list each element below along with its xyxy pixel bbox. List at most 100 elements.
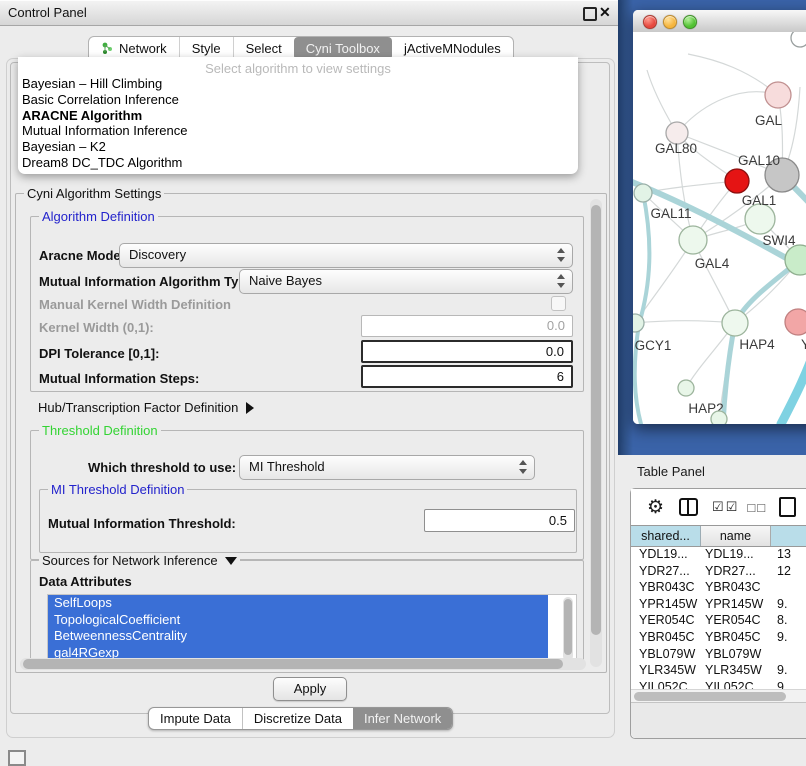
table-cell: YDL19...	[631, 547, 705, 564]
dropdown-item[interactable]: Bayesian – K2	[18, 139, 578, 155]
table-row[interactable]: YER054C YER054C 8.	[631, 613, 806, 630]
network-node[interactable]	[678, 380, 694, 396]
document-icon[interactable]	[779, 497, 796, 517]
collapsed-panel-icon[interactable]	[8, 750, 26, 766]
maximize-icon[interactable]	[583, 7, 597, 21]
bottom-tab[interactable]: Impute Data	[149, 708, 242, 729]
which-threshold-combo[interactable]: MI Threshold	[239, 455, 535, 480]
mi-threshold-title: MI Threshold Definition	[48, 482, 187, 497]
attribute-list-item[interactable]: TopologicalCoefficient	[48, 612, 548, 629]
window-minimize-icon[interactable]	[663, 15, 677, 29]
dropdown-item[interactable]: Dream8 DC_TDC Algorithm	[18, 155, 578, 171]
network-node[interactable]	[765, 82, 791, 108]
mi-steps-label: Mutual Information Steps:	[39, 371, 199, 386]
hub-definition-row[interactable]: Hub/Transcription Factor Definition	[38, 400, 254, 415]
table-cell: YIL052C	[705, 680, 777, 689]
table-cell: YDR27...	[705, 564, 777, 581]
table-row[interactable]: YDR27... YDR27... 12	[631, 564, 806, 581]
table-cell: 12	[777, 564, 806, 581]
network-node[interactable]	[679, 226, 707, 254]
table-panel-title: Table Panel	[637, 464, 705, 479]
network-window[interactable]: GALGAL80GAL10GAL1GAL11SWI4GAL4GCY1HAP4YH…	[633, 10, 806, 424]
dropdown-item[interactable]: Mutual Information Inference	[18, 123, 578, 139]
network-edge	[688, 54, 778, 95]
table-row[interactable]: YIL052C YIL052C 9	[631, 680, 806, 689]
network-node[interactable]	[725, 169, 749, 193]
table-cell: YDL19...	[705, 547, 777, 564]
manual-kernel-checkbox[interactable]	[551, 296, 566, 311]
table-column-header[interactable]: name	[701, 526, 771, 546]
control-panel-title: Control Panel	[8, 5, 87, 20]
table-cell: YBR043C	[705, 580, 777, 597]
unchecked-boxes-icon[interactable]: □□	[747, 500, 767, 515]
columns-icon[interactable]	[679, 498, 698, 516]
desktop-background: GALGAL80GAL10GAL1GAL11SWI4GAL4GCY1HAP4YH…	[618, 0, 806, 455]
table-row[interactable]: YLR345W YLR345W 9.	[631, 663, 806, 680]
attribute-list-item[interactable]: BetweennessCentrality	[48, 628, 548, 645]
table-panel-area: Table Panel ⚙ ☑☑ □□ shared...name YDL19.…	[618, 455, 806, 762]
network-node-label: GAL	[755, 113, 783, 128]
algorithm-definition-title: Algorithm Definition	[39, 209, 158, 224]
network-node-label: GAL10	[738, 153, 780, 168]
sources-title: Sources for Network Inference	[42, 553, 218, 568]
table-cell: YLR345W	[631, 663, 705, 680]
data-attributes-list: SelfLoopsTopologicalCoefficientBetweenne…	[47, 594, 577, 666]
settings-hscrollbar-thumb[interactable]	[23, 659, 563, 669]
table-cell: 9.	[777, 597, 806, 614]
table-hscrollbar-thumb[interactable]	[634, 692, 786, 701]
dpi-tolerance-field[interactable]: 0.0	[361, 340, 573, 363]
table-row[interactable]: YDL19... YDL19... 13	[631, 547, 806, 564]
mi-type-label: Mutual Information Algorithm Type:	[39, 274, 258, 289]
table-column-header[interactable]: shared...	[631, 526, 701, 546]
table-row[interactable]: YBR043C YBR043C	[631, 580, 806, 597]
table-cell: YBR045C	[705, 630, 777, 647]
expand-arrow-icon[interactable]	[246, 402, 254, 414]
bottom-tab[interactable]: Infer Network	[353, 708, 452, 729]
network-node[interactable]	[722, 310, 748, 336]
bottom-tab[interactable]: Discretize Data	[242, 708, 353, 729]
attribute-list-item[interactable]: SelfLoops	[48, 595, 548, 612]
attributes-scrollbar[interactable]	[563, 597, 573, 661]
table-panel-footer	[631, 702, 806, 738]
dropdown-item[interactable]: Bayesian – Hill Climbing	[18, 76, 578, 92]
attributes-scrollbar-thumb[interactable]	[564, 599, 572, 655]
table-row[interactable]: YBR045C YBR045C 9.	[631, 630, 806, 647]
mi-steps-field[interactable]: 6	[361, 365, 573, 388]
window-close-icon[interactable]	[643, 15, 657, 29]
window-zoom-icon[interactable]	[683, 15, 697, 29]
tab-label: Select	[246, 41, 282, 56]
table-cell: 9	[777, 680, 806, 689]
network-edge	[635, 321, 735, 323]
threshold-definition-group: Threshold Definition Which threshold to …	[30, 430, 584, 560]
gear-icon[interactable]: ⚙	[647, 498, 664, 517]
mi-type-combo[interactable]: Naive Bayes	[239, 269, 573, 294]
settings-scrollbar-thumb[interactable]	[591, 205, 601, 635]
settings-hscrollbar[interactable]	[20, 658, 586, 670]
control-panel-titlebar: Control Panel ✕	[0, 0, 620, 26]
table-row[interactable]: YBL079W YBL079W	[631, 647, 806, 664]
table-cell	[777, 647, 806, 664]
settings-scrollbar[interactable]	[590, 199, 602, 667]
network-node[interactable]	[785, 309, 806, 335]
dropdown-item[interactable]: ARACNE Algorithm	[18, 108, 578, 124]
kernel-width-field[interactable]: 0.0	[361, 315, 573, 337]
network-node[interactable]	[711, 411, 727, 424]
network-node[interactable]	[791, 32, 806, 47]
tab-label: Network	[119, 41, 167, 56]
table-hscrollbar[interactable]	[631, 689, 806, 703]
dropdown-item[interactable]: Basic Correlation Inference	[18, 92, 578, 108]
network-node[interactable]	[745, 204, 775, 234]
collapse-arrow-icon[interactable]	[225, 557, 237, 565]
table-column-header[interactable]	[771, 526, 806, 546]
table-cell: YPR145W	[631, 597, 705, 614]
aracne-mode-combo[interactable]: Discovery	[119, 243, 573, 268]
checked-boxes-icon[interactable]: ☑☑	[712, 499, 739, 515]
table-cell: YPR145W	[705, 597, 777, 614]
network-node[interactable]	[634, 184, 652, 202]
network-canvas[interactable]: GALGAL80GAL10GAL1GAL11SWI4GAL4GCY1HAP4YH…	[633, 32, 806, 424]
mi-threshold-field[interactable]: 0.5	[424, 509, 575, 532]
close-icon[interactable]: ✕	[599, 4, 611, 21]
apply-button[interactable]: Apply	[273, 677, 347, 701]
table-cell: 8.	[777, 613, 806, 630]
table-row[interactable]: YPR145W YPR145W 9.	[631, 597, 806, 614]
